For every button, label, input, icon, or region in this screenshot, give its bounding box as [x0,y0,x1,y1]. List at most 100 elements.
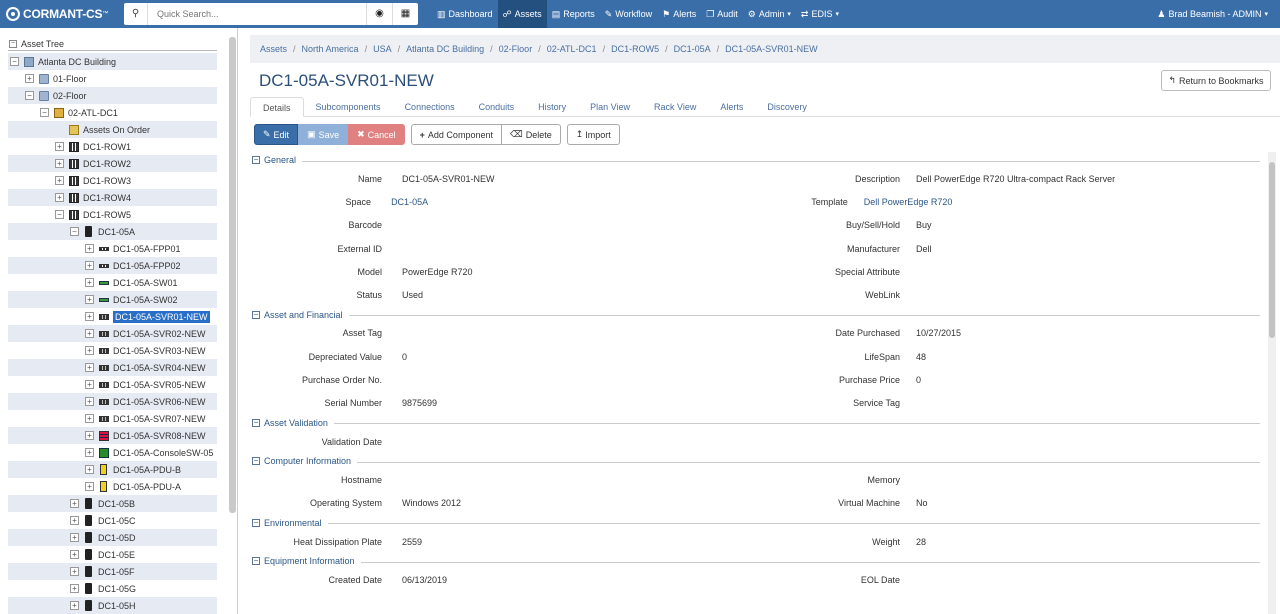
field-value[interactable]: Dell PowerEdge R720 [864,197,1260,207]
section-header[interactable]: − Environmental [250,516,1260,530]
tree-node[interactable]: + DC1-05A-SVR05-NEW [8,376,217,393]
collapse-section-icon[interactable]: − [252,518,260,527]
breadcrumb-item[interactable]: DC1-05A [674,44,711,54]
qr-code-icon[interactable]: ▦ [392,3,418,25]
tree-node[interactable]: + DC1-05C [8,512,217,529]
cancel-button[interactable]: ✖ Cancel [348,124,405,145]
tree-node-label[interactable]: DC1-05A-SVR07-NEW [113,414,206,424]
nav-item-assets[interactable]: ☍ Assets [497,0,547,28]
return-to-bookmarks-button[interactable]: ↰ Return to Bookmarks [1161,70,1271,91]
tab-plan-view[interactable]: Plan View [578,97,642,117]
section-header[interactable]: − Asset and Financial [250,308,1260,322]
tree-node-label[interactable]: DC1-05A-SVR08-NEW [113,431,206,441]
camera-icon[interactable]: ◉ [366,3,392,25]
breadcrumb-item[interactable]: 02-Floor [499,44,533,54]
tab-details[interactable]: Details [250,97,304,117]
tree-node[interactable]: − DC1-05A [8,223,217,240]
collapse-tree-icon[interactable]: − [9,39,17,48]
import-button[interactable]: ↥ Import [566,124,620,145]
expand-node-icon[interactable]: + [70,601,79,610]
tree-node-label[interactable]: Assets On Order [83,125,150,135]
tree-node-label[interactable]: DC1-05E [98,550,135,560]
collapse-node-icon[interactable]: − [40,108,49,117]
expand-node-icon[interactable]: + [70,499,79,508]
collapse-node-icon[interactable]: − [10,57,19,66]
tree-node-label[interactable]: DC1-ROW5 [83,210,131,220]
tree-node-label[interactable]: Atlanta DC Building [38,57,116,67]
expand-node-icon[interactable]: + [25,74,34,83]
expand-node-icon[interactable]: + [85,482,94,491]
expand-node-icon[interactable]: + [85,465,94,474]
breadcrumb-item[interactable]: Assets [260,44,287,54]
tree-node-label[interactable]: DC1-05A [98,227,135,237]
edit-button[interactable]: ✎ Edit [254,124,299,145]
tree-node[interactable]: + DC1-05B [8,495,217,512]
tree-node[interactable]: + DC1-05A-PDU-A [8,478,217,495]
tree-node[interactable]: + DC1-05A-SVR02-NEW [8,325,217,342]
expand-node-icon[interactable]: + [85,397,94,406]
expand-node-icon[interactable]: + [70,550,79,559]
tree-node-label[interactable]: DC1-05A-SVR06-NEW [113,397,206,407]
tree-node-label[interactable]: DC1-05F [98,567,135,577]
tree-node[interactable]: − 02-ATL-DC1 [8,104,217,121]
collapse-section-icon[interactable]: − [252,457,260,466]
tree-node-label[interactable]: DC1-05A-SW02 [113,295,178,305]
nav-item-audit[interactable]: ❐ Audit [701,0,743,28]
tree-node[interactable]: + DC1-05A-SVR06-NEW [8,393,217,410]
tab-conduits[interactable]: Conduits [467,97,527,117]
tree-node-label[interactable]: DC1-05A-SVR02-NEW [113,329,206,339]
tree-node-label[interactable]: DC1-ROW2 [83,159,131,169]
search-icon[interactable]: ⚲ [124,3,148,25]
expand-node-icon[interactable]: + [55,159,64,168]
section-header[interactable]: − General [250,153,1260,167]
expand-node-icon[interactable]: + [70,567,79,576]
field-value[interactable]: DC1-05A [391,197,787,207]
tab-rack-view[interactable]: Rack View [642,97,708,117]
collapse-node-icon[interactable]: − [55,210,64,219]
nav-item-reports[interactable]: ▤ Reports [547,0,600,28]
tree-node[interactable]: + DC1-05A-FPP01 [8,240,217,257]
user-menu[interactable]: ♟ Brad Beamish - ADMIN ▾ [1157,0,1268,28]
expand-node-icon[interactable]: + [85,414,94,423]
tree-node[interactable]: − DC1-ROW5 [8,206,217,223]
breadcrumb-item[interactable]: DC1-ROW5 [611,44,659,54]
collapse-section-icon[interactable]: − [252,310,260,319]
expand-node-icon[interactable]: + [85,312,94,321]
tree-node-label[interactable]: DC1-05D [98,533,136,543]
tree-node-label[interactable]: DC1-ROW4 [83,193,131,203]
expand-node-icon[interactable]: + [70,516,79,525]
expand-node-icon[interactable]: + [70,584,79,593]
tree-node-label[interactable]: DC1-ROW1 [83,142,131,152]
tree-node[interactable]: + DC1-05E [8,546,217,563]
expand-node-icon[interactable]: + [85,295,94,304]
nav-item-workflow[interactable]: ✎ Workflow [600,0,657,28]
tree-node-label[interactable]: DC1-05A-SVR01-NEW [113,310,210,323]
tree-node[interactable]: − Atlanta DC Building [8,53,217,70]
breadcrumb-item[interactable]: Atlanta DC Building [406,44,484,54]
collapse-node-icon[interactable]: − [70,227,79,236]
expand-node-icon[interactable]: + [55,193,64,202]
app-logo[interactable]: CORMANT-CS ™ [6,6,108,22]
add-component-button[interactable]: + Add Component [410,124,502,145]
tab-history[interactable]: History [526,97,578,117]
tree-node-label[interactable]: DC1-05A-SVR05-NEW [113,380,206,390]
nav-item-alerts[interactable]: ⚑ Alerts [657,0,701,28]
tree-node[interactable]: + DC1-05A-PDU-B [8,461,217,478]
tab-discovery[interactable]: Discovery [755,97,819,117]
expand-node-icon[interactable]: + [85,380,94,389]
tree-node[interactable]: + DC1-05A-ConsoleSW-05 [8,444,217,461]
section-header[interactable]: − Asset Validation [250,416,1260,430]
tree-node[interactable]: + DC1-ROW2 [8,155,217,172]
content-scrollbar[interactable] [1268,152,1276,614]
tree-node-label[interactable]: DC1-ROW3 [83,176,131,186]
expand-node-icon[interactable]: + [85,261,94,270]
tree-node[interactable]: +01-Floor [8,70,217,87]
tree-node-label[interactable]: DC1-05B [98,499,135,509]
save-button[interactable]: ▣ Save [298,124,349,145]
collapse-section-icon[interactable]: − [252,418,260,427]
tree-node-label[interactable]: 02-Floor [53,91,87,101]
tree-node-label[interactable]: 01-Floor [53,74,87,84]
expand-node-icon[interactable]: + [85,363,94,372]
tree-node[interactable]: + DC1-05A-SW02 [8,291,217,308]
tab-subcomponents[interactable]: Subcomponents [304,97,393,117]
